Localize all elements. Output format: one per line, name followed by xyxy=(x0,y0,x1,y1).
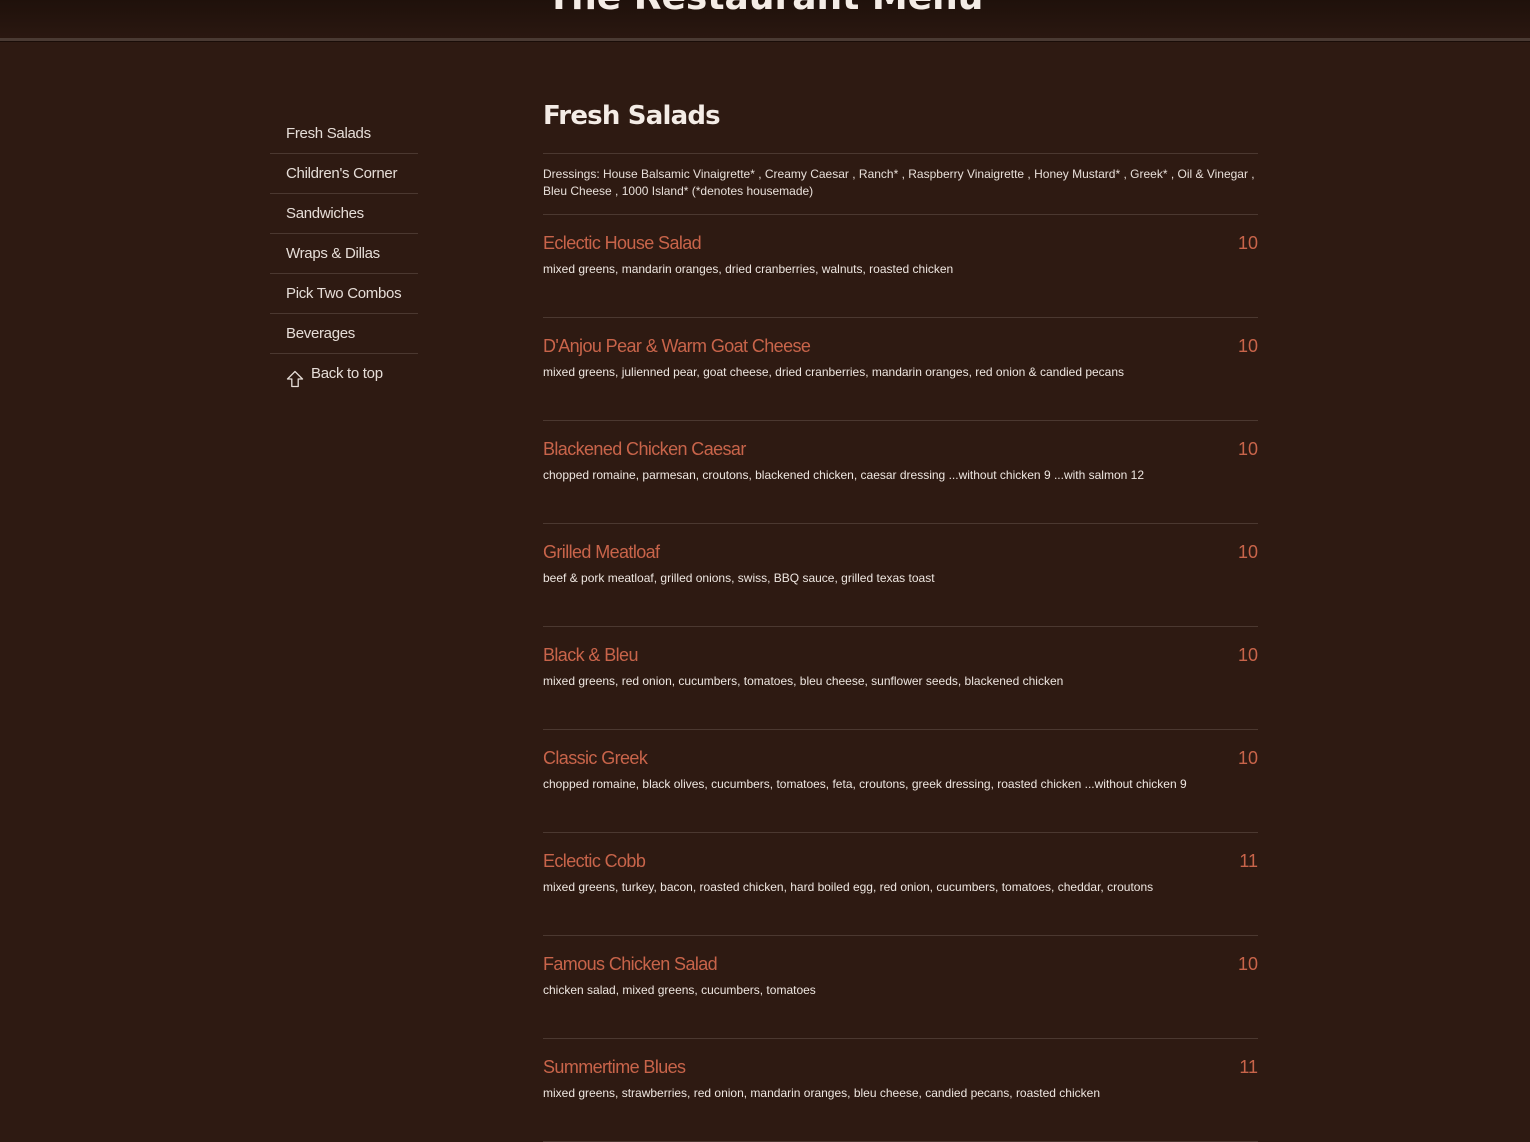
menu-item: Classic Greek 10 chopped romaine, black … xyxy=(543,730,1258,833)
item-name: Summertime Blues xyxy=(543,1057,686,1077)
item-price: 10 xyxy=(1237,336,1258,356)
sidebar-item-beverages[interactable]: Beverages xyxy=(270,314,418,354)
item-description: mixed greens, turkey, bacon, roasted chi… xyxy=(543,880,1154,894)
menu-item: Eclectic Cobb 11 mixed greens, turkey, b… xyxy=(543,833,1258,936)
item-name: Black & Bleu xyxy=(543,645,638,665)
item-name: Eclectic Cobb xyxy=(543,851,646,871)
item-price: 10 xyxy=(1237,542,1258,562)
item-name: Famous Chicken Salad xyxy=(543,954,718,974)
item-description: mixed greens, red onion, cucumbers, toma… xyxy=(543,674,1064,688)
dressings-note: Dressings: House Balsamic Vinaigrette* ,… xyxy=(543,154,1258,215)
back-to-top-link[interactable]: Back to top xyxy=(270,354,418,393)
item-price: 10 xyxy=(1237,233,1258,253)
item-description: mixed greens, julienned pear, goat chees… xyxy=(543,365,1125,379)
item-name: Blackened Chicken Caesar xyxy=(543,439,746,459)
item-description: chopped romaine, parmesan, croutons, bla… xyxy=(543,468,1144,482)
menu-content: Fresh Salads Dressings: House Balsamic V… xyxy=(543,96,1258,1142)
item-price: 11 xyxy=(1239,1057,1258,1077)
item-price: 10 xyxy=(1237,645,1258,665)
item-name: Classic Greek xyxy=(543,748,648,768)
top-header: The Restaurant Menu xyxy=(0,0,1530,41)
item-description: chicken salad, mixed greens, cucumbers, … xyxy=(543,983,816,997)
menu-item: Grilled Meatloaf 10 beef & pork meatloaf… xyxy=(543,524,1258,627)
item-name: Grilled Meatloaf xyxy=(543,542,660,562)
item-price: 10 xyxy=(1237,954,1258,974)
sidebar-item-childrens-corner[interactable]: Children's Corner xyxy=(270,154,418,194)
item-description: mixed greens, strawberries, red onion, m… xyxy=(543,1086,1100,1100)
menu-item: D'Anjou Pear & Warm Goat Cheese 10 mixed… xyxy=(543,318,1258,421)
sidebar-item-pick-two-combos[interactable]: Pick Two Combos xyxy=(270,274,418,314)
site-title: The Restaurant Menu xyxy=(0,0,1530,18)
section-title: Fresh Salads xyxy=(543,96,1258,154)
item-price: 10 xyxy=(1237,439,1258,459)
sidebar-item-wraps-dillas[interactable]: Wraps & Dillas xyxy=(270,234,418,274)
category-sidebar: Fresh Salads Children's Corner Sandwiche… xyxy=(270,114,418,393)
item-name: Eclectic House Salad xyxy=(543,233,702,253)
item-description: beef & pork meatloaf, grilled onions, sw… xyxy=(543,571,935,585)
item-price: 10 xyxy=(1237,748,1258,768)
back-to-top-label: Back to top xyxy=(311,365,383,382)
item-description: chopped romaine, black olives, cucumbers… xyxy=(543,777,1187,791)
sidebar-item-sandwiches[interactable]: Sandwiches xyxy=(270,194,418,234)
item-name: D'Anjou Pear & Warm Goat Cheese xyxy=(543,336,811,356)
menu-item: Famous Chicken Salad 10 chicken salad, m… xyxy=(543,936,1258,1039)
sidebar-item-fresh-salads[interactable]: Fresh Salads xyxy=(270,114,418,154)
item-description: mixed greens, mandarin oranges, dried cr… xyxy=(543,262,954,276)
menu-item: Summertime Blues 11 mixed greens, strawb… xyxy=(543,1039,1258,1142)
menu-item: Eclectic House Salad 10 mixed greens, ma… xyxy=(543,215,1258,318)
menu-item: Blackened Chicken Caesar 10 chopped roma… xyxy=(543,421,1258,524)
menu-item: Black & Bleu 10 mixed greens, red onion,… xyxy=(543,627,1258,730)
arrow-up-icon xyxy=(286,364,304,387)
item-price: 11 xyxy=(1239,851,1258,871)
